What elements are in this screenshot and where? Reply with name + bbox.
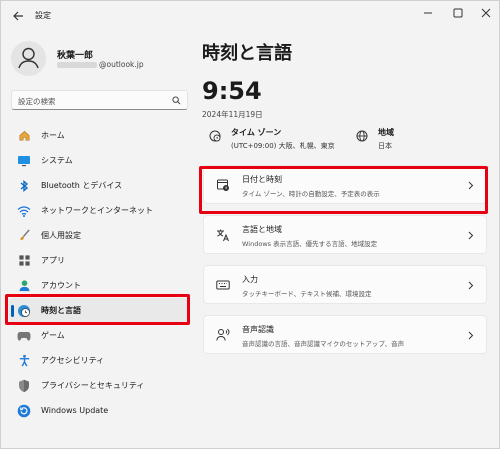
gamepad-icon [17, 329, 31, 343]
card-description: タイム ゾーン、時計の自動設定、予定表の表示 [242, 190, 380, 198]
globe-clock-icon [209, 130, 221, 142]
bluetooth-icon [17, 179, 31, 193]
person-icon [17, 279, 31, 293]
globe-icon [356, 130, 368, 142]
sidebar-item-gaming[interactable]: ゲーム [9, 323, 189, 348]
redacted-email-prefix [57, 62, 97, 68]
region-info: 地域 日本 [356, 127, 394, 151]
sidebar-item-label: アプリ [41, 256, 65, 265]
region-title: 地域 [378, 128, 394, 137]
timezone-title: タイム ゾーン [231, 128, 282, 137]
user-email: @outlook.jp [57, 60, 144, 69]
chevron-right-icon [468, 331, 474, 340]
sidebar-item-label: 時刻と言語 [41, 306, 81, 315]
brush-icon [17, 229, 31, 243]
sidebar-item-bluetooth[interactable]: Bluetooth とデバイス [9, 173, 189, 198]
card-description: 音声認識の言語、音声認識マイクのセットアップ、音声 [242, 340, 405, 348]
sidebar-item-label: アクセシビリティ [41, 356, 105, 365]
sidebar-item-personalization[interactable]: 個人用設定 [9, 223, 189, 248]
current-time: 9:54 [202, 77, 262, 105]
chevron-right-icon [468, 281, 474, 290]
active-indicator [11, 305, 14, 317]
card-description: タッチキーボード、テキスト候補、環境設定 [242, 290, 372, 298]
settings-window: 設定 秋葉一郎 @outlook.jp 設定の検索 ホーム システム Bluet… [0, 0, 500, 449]
search-icon [172, 96, 181, 105]
speech-icon [216, 328, 230, 341]
sidebar-item-windows-update[interactable]: Windows Update [9, 398, 189, 423]
avatar[interactable] [11, 41, 46, 76]
card-title: 日付と時刻 [242, 175, 282, 184]
sidebar-item-label: ネットワークとインターネット [41, 206, 153, 215]
close-icon[interactable] [477, 6, 495, 20]
sidebar-item-system[interactable]: システム [9, 148, 189, 173]
monitor-icon [17, 154, 31, 168]
home-icon [17, 129, 31, 143]
card-language-region[interactable]: 言語と地域 Windows 表示言語、優先する言語、地域設定 [203, 215, 487, 254]
clock-globe-icon [17, 304, 31, 318]
sidebar-item-label: Windows Update [41, 406, 109, 415]
sidebar-item-privacy-security[interactable]: プライバシーとセキュリティ [9, 373, 189, 398]
card-date-time[interactable]: 日付と時刻 タイム ゾーン、時計の自動設定、予定表の表示 [203, 165, 487, 204]
sidebar-nav: ホーム システム Bluetooth とデバイス ネットワークとインターネット … [9, 123, 189, 423]
region-value: 日本 [378, 142, 392, 150]
title-bar: 設定 [1, 1, 499, 31]
maximize-icon[interactable] [449, 6, 467, 20]
user-email-domain: @outlook.jp [99, 60, 144, 69]
sidebar-item-label: システム [41, 156, 73, 165]
calendar-clock-icon [217, 179, 229, 191]
window-title: 設定 [35, 11, 51, 20]
sidebar-item-accessibility[interactable]: アクセシビリティ [9, 348, 189, 373]
user-avatar-icon [18, 47, 39, 69]
chevron-right-icon [468, 181, 474, 190]
accessibility-icon [17, 354, 31, 368]
timezone-value: (UTC+09:00) 大阪、札幌、東京 [231, 142, 335, 150]
shield-icon [17, 379, 31, 393]
sidebar-item-time-language[interactable]: 時刻と言語 [9, 298, 189, 323]
search-placeholder: 設定の検索 [18, 97, 56, 106]
sidebar-item-apps[interactable]: アプリ [9, 248, 189, 273]
card-title: 入力 [242, 275, 258, 284]
timezone-info: タイム ゾーン (UTC+09:00) 大阪、札幌、東京 [209, 127, 335, 151]
back-arrow-icon[interactable] [11, 9, 25, 23]
sidebar-item-network[interactable]: ネットワークとインターネット [9, 198, 189, 223]
sidebar-item-accounts[interactable]: アカウント [9, 273, 189, 298]
page-title: 時刻と言語 [202, 43, 292, 64]
card-title: 言語と地域 [242, 225, 282, 234]
language-icon [217, 229, 229, 242]
sidebar-item-label: プライバシーとセキュリティ [41, 381, 145, 390]
settings-cards: 日付と時刻 タイム ゾーン、時計の自動設定、予定表の表示 言語と地域 Windo… [203, 165, 487, 365]
chevron-right-icon [468, 231, 474, 240]
keyboard-icon [216, 280, 230, 290]
sidebar-item-label: 個人用設定 [41, 231, 81, 240]
card-description: Windows 表示言語、優先する言語、地域設定 [242, 240, 378, 248]
card-speech[interactable]: 音声認識 音声認識の言語、音声認識マイクのセットアップ、音声 [203, 315, 487, 354]
sidebar-item-label: アカウント [41, 281, 81, 290]
search-input[interactable]: 設定の検索 [11, 90, 188, 110]
apps-icon [17, 254, 31, 268]
update-icon [17, 404, 31, 418]
minimize-icon[interactable] [419, 6, 437, 20]
sidebar-item-label: ゲーム [41, 331, 65, 340]
wifi-icon [17, 204, 31, 218]
sidebar-item-label: Bluetooth とデバイス [41, 181, 123, 190]
sidebar-item-label: ホーム [41, 131, 65, 140]
card-title: 音声認識 [242, 325, 274, 334]
current-date: 2024年11月19日 [202, 110, 263, 119]
sidebar-item-home[interactable]: ホーム [9, 123, 189, 148]
card-typing[interactable]: 入力 タッチキーボード、テキスト候補、環境設定 [203, 265, 487, 304]
